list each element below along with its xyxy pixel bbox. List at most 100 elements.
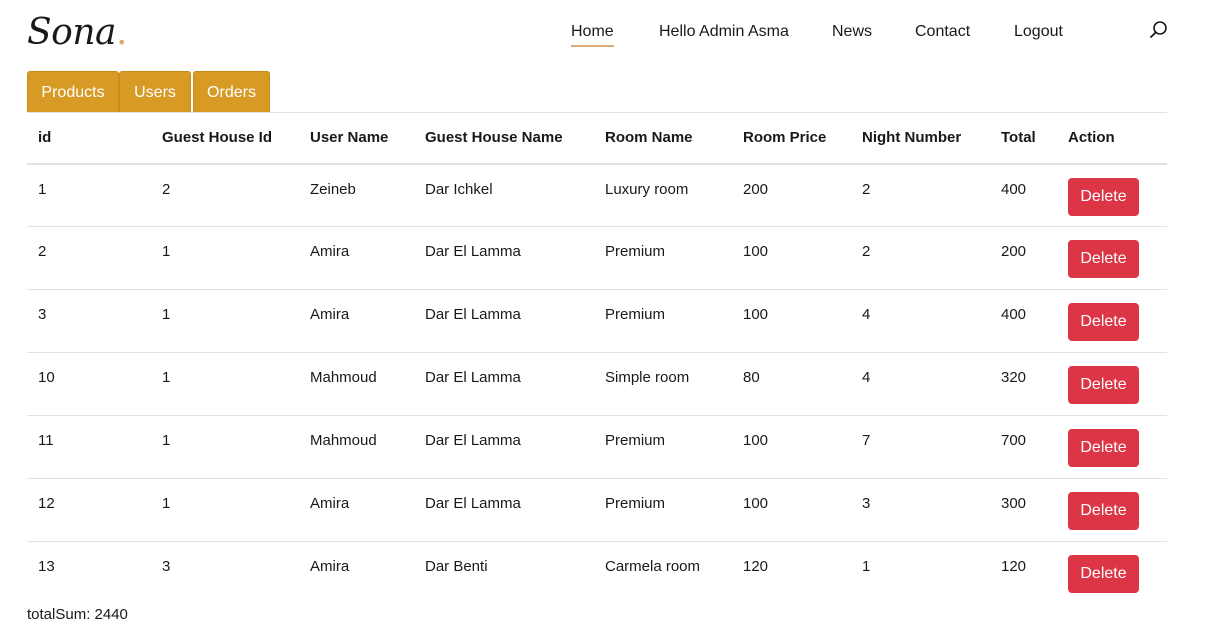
cell-room-price: 120 (743, 558, 769, 575)
cell-action: Delete (1057, 416, 1167, 479)
cell-guest-house-name: Dar El Lamma (425, 306, 521, 323)
cell-guest-house-id: 1 (162, 306, 171, 323)
cell-room-name: Premium (605, 432, 666, 449)
delete-button[interactable]: Delete (1068, 429, 1139, 467)
cell-total: 320 (1001, 369, 1027, 386)
delete-button[interactable]: Delete (1068, 177, 1139, 216)
cell-night-number: 4 (862, 306, 871, 323)
cell-user-name: Amira (310, 306, 350, 323)
cell-night-number: 2 (862, 243, 871, 260)
tab-products[interactable]: Products (27, 71, 119, 113)
cell-total: 400 (1001, 180, 1027, 198)
column-header-night-number: Night Number (862, 129, 962, 147)
cell-guest-house-id: 1 (162, 369, 171, 386)
delete-button[interactable]: Delete (1068, 555, 1139, 593)
cell-room-price: 100 (743, 495, 769, 512)
nav-item-logout[interactable]: Logout (1014, 22, 1063, 42)
cell-total: 120 (1001, 558, 1027, 575)
cell-id: 3 (38, 306, 47, 323)
total-sum: totalSum: 2440 (27, 606, 128, 623)
cell-action: Delete (1057, 353, 1167, 416)
cell-guest-house-name: Dar El Lamma (425, 495, 521, 512)
site-header: Sona. Home Hello Admin Asma News Contact… (0, 0, 1215, 66)
cell-night-number: 1 (862, 558, 871, 575)
cell-guest-house-name: Dar El Lamma (425, 243, 521, 260)
table-row: 13 3 Amira Dar Benti Carmela room 120 1 120 Dele… (27, 542, 1167, 605)
cell-night-number: 3 (862, 495, 871, 512)
cell-room-price: 200 (743, 180, 769, 198)
table-row: 12 1 Amira Dar El Lamma Premium 100 3 300 Delete (27, 479, 1167, 542)
cell-total: 400 (1001, 306, 1027, 323)
cell-night-number: 4 (862, 369, 871, 386)
table-row: 2 1 Amira Dar El Lamma Premium 100 2 200 Delete (27, 227, 1167, 290)
orders-table-wrapper: id Guest House Id User Name Guest House … (27, 112, 1167, 605)
orders-table: id Guest House Id User Name Guest House … (27, 112, 1167, 605)
cell-guest-house-name: Dar Ichkel (425, 180, 493, 198)
delete-button[interactable]: Delete (1068, 366, 1139, 404)
cell-guest-house-id: 1 (162, 495, 171, 512)
cell-action: Delete (1057, 290, 1167, 353)
table-row: 1 2 Zeineb Dar Ichkel Luxury room 200 2 400 Dele… (27, 164, 1167, 227)
table-row: 10 1 Mahmoud Dar El Lamma Simple room 80 4 320 D… (27, 353, 1167, 416)
cell-guest-house-name: Dar El Lamma (425, 369, 521, 386)
cell-guest-house-name: Dar Benti (425, 558, 488, 575)
cell-id: 2 (38, 243, 47, 260)
cell-total: 700 (1001, 432, 1027, 449)
cell-room-price: 100 (743, 243, 769, 260)
nav-item-news[interactable]: News (832, 22, 872, 42)
cell-action: Delete (1057, 542, 1167, 605)
cell-id: 13 (38, 558, 55, 575)
cell-room-price: 100 (743, 306, 769, 323)
cell-id: 11 (38, 432, 54, 449)
column-header-action: Action (1068, 129, 1115, 147)
cell-total: 200 (1001, 243, 1027, 260)
delete-button[interactable]: Delete (1068, 303, 1139, 341)
cell-guest-house-id: 1 (162, 243, 171, 260)
column-header-guest-house-id: Guest House Id (162, 129, 273, 147)
cell-action: Delete (1057, 479, 1167, 542)
column-header-room-name: Room Name (605, 129, 693, 147)
nav-item-home[interactable]: Home (571, 22, 614, 47)
cell-action: Delete (1057, 164, 1167, 227)
column-header-total: Total (1001, 129, 1036, 147)
cell-guest-house-id: 3 (162, 558, 171, 575)
cell-room-price: 80 (743, 369, 760, 386)
cell-user-name: Zeineb (310, 180, 356, 198)
column-header-room-price: Room Price (743, 129, 827, 147)
tab-users[interactable]: Users (119, 71, 191, 113)
cell-total: 300 (1001, 495, 1027, 512)
cell-room-name: Premium (605, 243, 666, 260)
table-row: 11 1 Mahmoud Dar El Lamma Premium 100 7 700 Dele… (27, 416, 1167, 479)
cell-night-number: 7 (862, 432, 871, 449)
table-body: 1 2 Zeineb Dar Ichkel Luxury room 200 2 400 Dele… (27, 164, 1167, 605)
cell-room-name: Premium (605, 306, 666, 323)
cell-user-name: Mahmoud (310, 432, 377, 449)
cell-room-name: Simple room (605, 369, 690, 386)
delete-button[interactable]: Delete (1068, 492, 1139, 530)
search-icon[interactable] (1149, 20, 1169, 40)
table-header-row: id Guest House Id User Name Guest House … (27, 112, 1167, 164)
tab-orders[interactable]: Orders (193, 71, 270, 113)
column-header-user-name: User Name (310, 129, 389, 147)
cell-user-name: Amira (310, 558, 350, 575)
cell-room-price: 100 (743, 432, 769, 449)
cell-id: 10 (38, 369, 55, 386)
nav-item-hello-admin[interactable]: Hello Admin Asma (659, 22, 789, 42)
cell-room-name: Premium (605, 495, 666, 512)
delete-button[interactable]: Delete (1068, 240, 1139, 278)
cell-user-name: Amira (310, 243, 350, 260)
cell-guest-house-id: 2 (162, 180, 171, 198)
cell-id: 1 (38, 180, 47, 198)
cell-guest-house-name: Dar El Lamma (425, 432, 521, 449)
cell-room-name: Carmela room (605, 558, 701, 575)
column-header-id: id (38, 129, 52, 147)
cell-user-name: Amira (310, 495, 350, 512)
main-nav: Home Hello Admin Asma News Contact Logou… (0, 22, 1215, 50)
cell-night-number: 2 (862, 180, 871, 198)
nav-item-contact[interactable]: Contact (915, 22, 970, 42)
cell-guest-house-id: 1 (162, 432, 171, 449)
cell-user-name: Mahmoud (310, 369, 377, 386)
table-row: 3 1 Amira Dar El Lamma Premium 100 4 400 Delete (27, 290, 1167, 353)
column-header-guest-house-name: Guest House Name (425, 129, 563, 147)
cell-id: 12 (38, 495, 55, 512)
